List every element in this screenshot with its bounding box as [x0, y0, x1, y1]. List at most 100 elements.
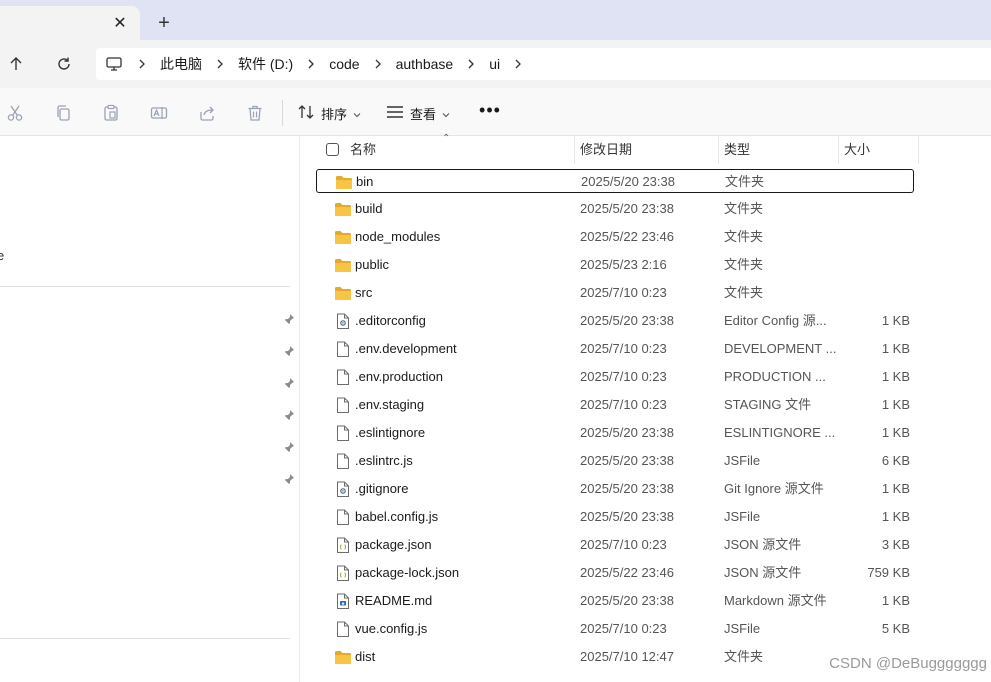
chevron-right-icon[interactable]: [504, 58, 532, 70]
file-name[interactable]: src: [355, 281, 372, 305]
file-type: Editor Config 源...: [724, 313, 827, 328]
breadcrumb-item[interactable]: code: [325, 56, 363, 72]
file-date: 2025/7/10 0:23: [580, 341, 667, 356]
refresh-icon[interactable]: [52, 52, 76, 76]
column-divider[interactable]: [918, 136, 919, 164]
file-icon: [334, 508, 352, 526]
breadcrumb-item[interactable]: authbase: [392, 56, 458, 72]
breadcrumb-item[interactable]: 软件 (D:): [234, 54, 297, 74]
json-file-icon: [334, 536, 352, 554]
new-tab-button[interactable]: +: [152, 12, 176, 36]
chevron-right-icon[interactable]: [457, 58, 485, 70]
view-button[interactable]: 查看: [386, 100, 450, 126]
delete-icon[interactable]: [245, 103, 265, 123]
view-list-icon: [386, 105, 404, 122]
file-row[interactable]: .eslintrc.js 2025/5/20 23:38 JSFile 6 KB: [316, 449, 914, 473]
file-name[interactable]: .env.staging: [355, 393, 424, 417]
folder-icon: [335, 173, 353, 191]
chevron-right-icon[interactable]: [206, 58, 234, 70]
file-name[interactable]: bin: [356, 170, 373, 194]
folder-row[interactable]: dist 2025/7/10 12:47 文件夹: [316, 645, 914, 669]
file-name[interactable]: node_modules: [355, 225, 440, 249]
folder-row[interactable]: bin 2025/5/20 23:38 文件夹: [316, 169, 914, 193]
rename-icon[interactable]: [149, 103, 169, 123]
copy-icon[interactable]: [53, 103, 73, 123]
column-date[interactable]: 修改日期: [574, 136, 718, 164]
file-name[interactable]: .env.development: [355, 337, 457, 361]
folder-row[interactable]: src 2025/7/10 0:23 文件夹: [316, 281, 914, 305]
file-name[interactable]: build: [355, 197, 382, 221]
file-name[interactable]: .eslintrc.js: [355, 449, 413, 473]
file-name[interactable]: package.json: [355, 533, 432, 557]
folder-icon: [334, 200, 352, 218]
file-size: 1 KB: [881, 593, 910, 608]
select-all-checkbox[interactable]: [326, 143, 339, 156]
folder-row[interactable]: public 2025/5/23 2:16 文件夹: [316, 253, 914, 277]
chevron-right-icon[interactable]: [364, 58, 392, 70]
file-icon: [334, 340, 352, 358]
up-arrow-icon[interactable]: [4, 52, 28, 76]
file-name[interactable]: public: [355, 253, 389, 277]
nav-divider: [0, 638, 290, 639]
nav-item-text-fragment[interactable]: e: [0, 248, 4, 263]
file-row[interactable]: .eslintignore 2025/5/20 23:38 ESLINTIGNORE…: [316, 421, 914, 445]
pin-icon[interactable]: [282, 472, 296, 486]
column-size[interactable]: 大小: [838, 136, 918, 164]
computer-icon[interactable]: [106, 56, 128, 72]
folder-row[interactable]: build 2025/5/20 23:38 文件夹: [316, 197, 914, 221]
chevron-down-icon: [353, 106, 361, 121]
file-name[interactable]: README.md: [355, 589, 432, 613]
folder-icon: [334, 228, 352, 246]
pin-icon[interactable]: [282, 440, 296, 454]
cut-icon[interactable]: [5, 103, 25, 123]
file-size: 6 KB: [881, 453, 910, 468]
breadcrumb-item[interactable]: 此电脑: [156, 54, 206, 74]
pin-icon[interactable]: [282, 408, 296, 422]
file-name[interactable]: dist: [355, 645, 375, 669]
file-name[interactable]: babel.config.js: [355, 505, 438, 529]
file-row[interactable]: README.md 2025/5/20 23:38 Markdown 源文件 1 KB: [316, 589, 914, 613]
breadcrumb-item[interactable]: ui: [485, 56, 504, 72]
watermark: CSDN @DeBuggggggg: [829, 655, 987, 672]
folder-row[interactable]: node_modules 2025/5/22 23:46 文件夹: [316, 225, 914, 249]
file-name[interactable]: .gitignore: [355, 477, 408, 501]
file-row[interactable]: vue.config.js 2025/7/10 0:23 JSFile 5 KB: [316, 617, 914, 641]
file-name[interactable]: vue.config.js: [355, 617, 427, 641]
file-row[interactable]: .env.development 2025/7/10 0:23 DEVELOPMEN…: [316, 337, 914, 361]
file-size: 1 KB: [881, 481, 910, 496]
file-name[interactable]: .eslintignore: [355, 421, 425, 445]
file-type: 文件夹: [724, 201, 764, 216]
file-row[interactable]: package.json 2025/7/10 0:23 JSON 源文件 3 KB: [316, 533, 914, 557]
file-row[interactable]: .gitignore 2025/5/20 23:38 Git Ignore 源文件 1…: [316, 477, 914, 501]
active-tab[interactable]: ✕: [0, 6, 140, 40]
file-row[interactable]: babel.config.js 2025/5/20 23:38 JSFile 1 KB: [316, 505, 914, 529]
file-name[interactable]: .env.production: [355, 365, 443, 389]
more-options-button[interactable]: •••: [478, 101, 502, 125]
file-row[interactable]: .env.production 2025/7/10 0:23 PRODUCTION …: [316, 365, 914, 389]
file-date: 2025/7/10 0:23: [580, 621, 667, 636]
share-icon[interactable]: [197, 103, 217, 123]
pin-icon[interactable]: [282, 376, 296, 390]
close-tab-icon[interactable]: ✕: [110, 14, 130, 34]
pin-icon[interactable]: [282, 312, 296, 326]
file-row[interactable]: .env.staging 2025/7/10 0:23 STAGING 文件 1 KB: [316, 393, 914, 417]
chevron-right-icon[interactable]: [297, 58, 325, 70]
file-row[interactable]: .editorconfig 2025/5/20 23:38 Editor Confi…: [316, 309, 914, 333]
file-size: 1 KB: [881, 369, 910, 384]
sort-button[interactable]: 排序: [297, 100, 361, 126]
file-date: 2025/5/20 23:38: [580, 453, 674, 468]
pin-icon[interactable]: [282, 344, 296, 358]
file-size: 1 KB: [881, 313, 910, 328]
column-type[interactable]: 类型: [718, 136, 838, 164]
chevron-right-icon[interactable]: [128, 58, 156, 70]
address-bar[interactable]: 此电脑 软件 (D:) code authbase ui: [96, 48, 991, 80]
folder-icon: [334, 284, 352, 302]
sort-label: 排序: [321, 106, 348, 122]
column-name[interactable]: 名称: [344, 136, 574, 164]
file-row[interactable]: package-lock.json 2025/5/22 23:46 JSON 源文件…: [316, 561, 914, 585]
file-name[interactable]: .editorconfig: [355, 309, 426, 333]
paste-icon[interactable]: [101, 103, 121, 123]
navigation-pane: e: [0, 136, 300, 682]
file-name[interactable]: package-lock.json: [355, 561, 459, 585]
file-date: 2025/5/20 23:38: [580, 593, 674, 608]
